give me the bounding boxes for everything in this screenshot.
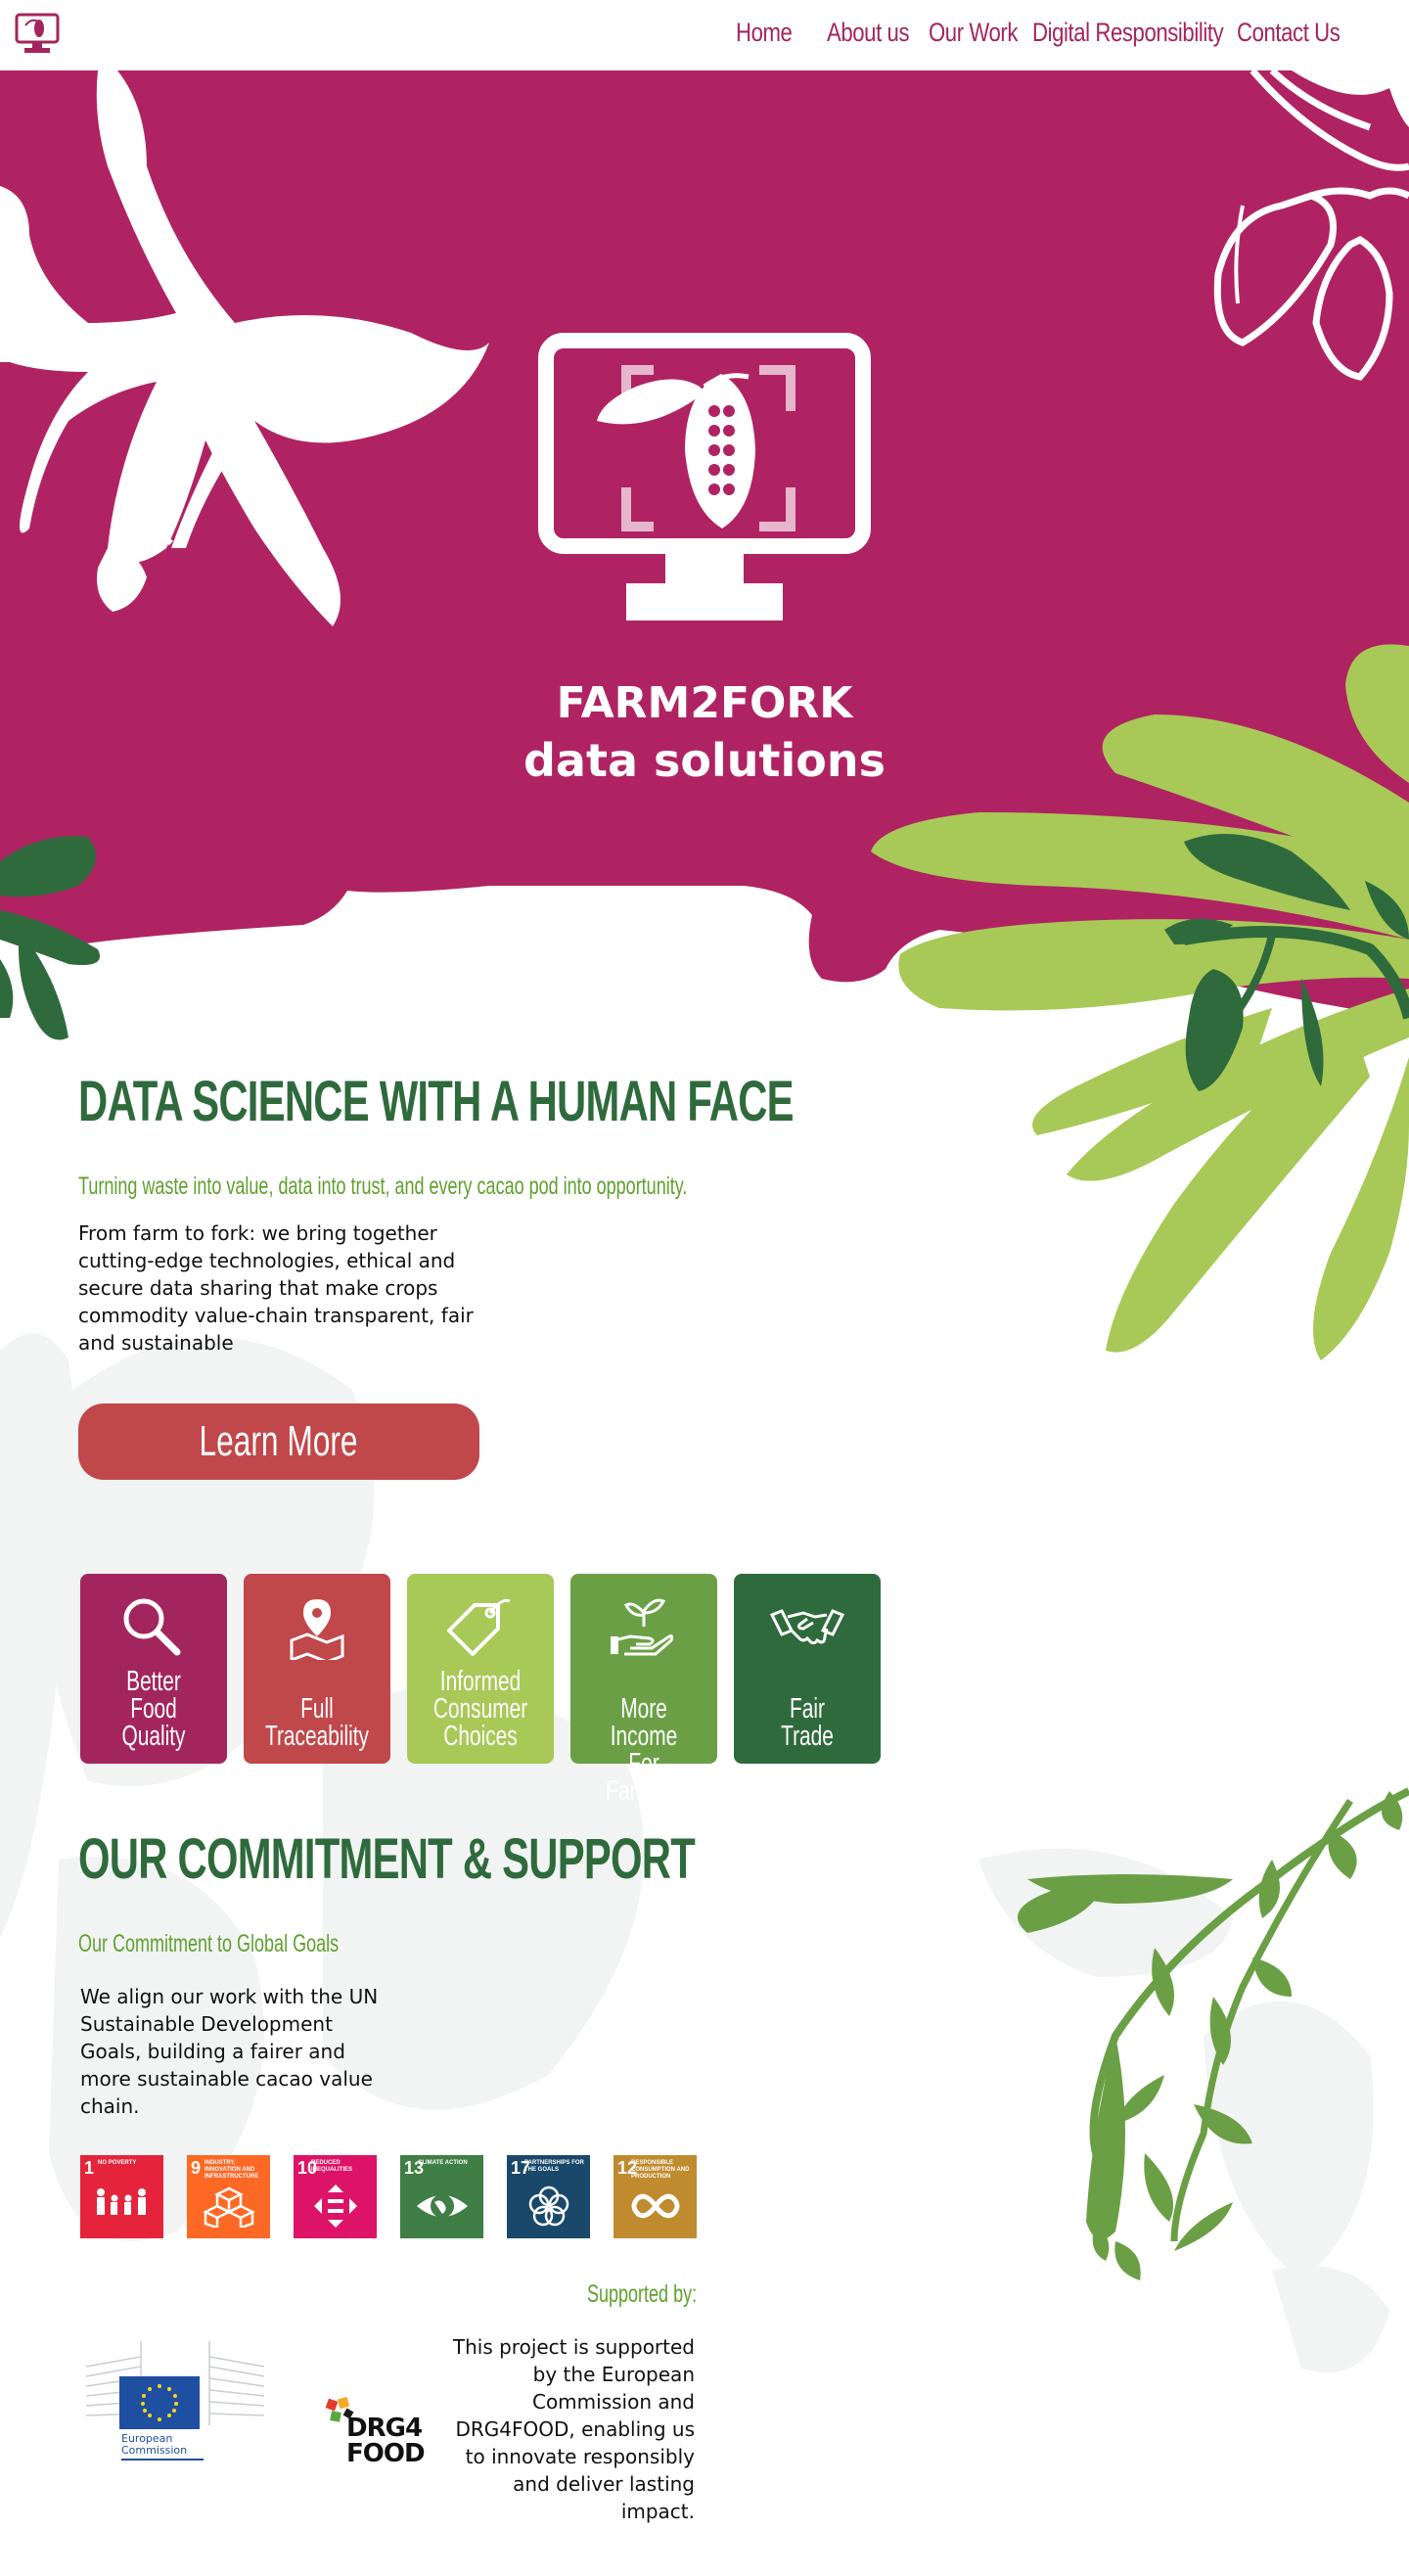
european-commission-label: European Commission (121, 2433, 204, 2461)
hero-title-line2: data solutions (523, 734, 886, 787)
nav-our-work[interactable]: Our Work (929, 18, 1018, 48)
support-line: impact. (620, 2500, 695, 2523)
rings-icon (528, 2185, 569, 2227)
sdg-title: RESPONSIBLE CONSUMPTION AND PRODUCTION (631, 2160, 690, 2180)
intro-line: and sustainable (78, 1331, 234, 1355)
map-pin-icon (290, 1599, 344, 1660)
sdg-title: CLIMATE ACTION (418, 2160, 468, 2166)
commitment-line: more sustainable cacao value (80, 2067, 373, 2091)
feature-label: Informed Consumer Choices (432, 1666, 528, 1752)
family-icon (97, 2188, 146, 2215)
feature-label: Full Traceability (265, 1693, 369, 1752)
commitment-subheading: Our Commitment to Global Goals (78, 1930, 340, 1957)
feature-tile-consumer-choices[interactable]: Informed Consumer Choices (407, 1574, 554, 1764)
learn-more-label: Learn More (199, 1417, 358, 1465)
sdg-badge-1[interactable]: 1 NO POVERTY (80, 2155, 163, 2238)
drg4food-wordmark: DRG4 FOOD (346, 2414, 426, 2468)
support-line: and deliver lasting (513, 2472, 695, 2496)
cubes-icon (203, 2186, 255, 2228)
handshake-icon (769, 1609, 845, 1645)
commitment-line: Goals, building a fairer and (80, 2040, 345, 2063)
feature-label: Fair Trade (781, 1693, 834, 1752)
feature-label: Better Food Quality (121, 1666, 186, 1752)
support-paragraph: This project is supported by the Europea… (448, 2333, 695, 2525)
intro-line: secure data sharing that make crops (78, 1276, 438, 1300)
support-line: to innovate responsibly (465, 2445, 695, 2468)
commitment-heading: OUR COMMITMENT & SUPPORT (78, 1827, 696, 1891)
intro-heading: DATA SCIENCE WITH A HUMAN FACE (78, 1070, 795, 1133)
hero-title: FARM2FORK data solutions (411, 675, 998, 789)
price-tag-icon (447, 1598, 511, 1656)
sdg-badge-13[interactable]: 13 CLIMATE ACTION (400, 2155, 483, 2238)
intro-line: From farm to fork: we bring together (78, 1221, 437, 1245)
learn-more-button[interactable]: Learn More (78, 1403, 479, 1480)
commitment-paragraph: We align our work with the UN Sustainabl… (80, 1983, 413, 2120)
top-navigation: Home About us Our Work Digital Responsib… (0, 0, 1409, 70)
european-commission-logo[interactable]: European Commission (82, 2337, 268, 2466)
support-line: This project is supported (452, 2335, 695, 2359)
support-line: by the European (532, 2363, 695, 2386)
sdg-title: PARTNERSHIPS FOR THE GOALS (524, 2160, 584, 2173)
hand-sprout-icon (611, 1598, 674, 1656)
intro-paragraph: From farm to fork: we bring together cut… (78, 1219, 489, 1357)
sdg-number: 1 (84, 2158, 95, 2178)
nav-digital-responsibility[interactable]: Digital Responsibility (1032, 18, 1224, 48)
site-logo-icon[interactable] (14, 12, 61, 55)
nav-contact-us[interactable]: Contact Us (1237, 18, 1341, 48)
european-commission-building-icon (85, 2341, 265, 2429)
sdg-title: INDUSTRY, INNOVATION AND INFRASTRUCTURE (205, 2160, 259, 2180)
sdg-badge-17[interactable]: 17 PARTNERSHIPS FOR THE GOALS (507, 2155, 590, 2238)
nav-about-us[interactable]: About us (827, 18, 910, 48)
feature-label: More Income For Farmers (606, 1693, 682, 1807)
sdg-badge-12[interactable]: 12 RESPONSIBLE CONSUMPTION AND PRODUCTIO… (614, 2155, 697, 2238)
feature-tile-fair-trade[interactable]: Fair Trade (734, 1574, 881, 1764)
support-line: DRG4FOOD, enabling us (455, 2417, 696, 2441)
intro-subheading: Turning waste into value, data into trus… (78, 1173, 688, 1200)
commitment-line: chain. (80, 2094, 140, 2118)
intro-line: commodity value-chain transparent, fair (78, 1304, 474, 1327)
feature-tile-food-quality[interactable]: Better Food Quality (80, 1574, 227, 1764)
infinity-icon (631, 2193, 680, 2219)
support-line: Commission and (531, 2390, 695, 2414)
commitment-line: We align our work with the UN (80, 1985, 379, 2008)
feature-tile-traceability[interactable]: Full Traceability (244, 1574, 390, 1764)
sdg-badge-9[interactable]: 9 INDUSTRY, INNOVATION AND INFRASTRUCTUR… (187, 2155, 270, 2238)
sdg-badge-10[interactable]: 10 REDUCED INEQUALITIES (294, 2155, 377, 2238)
drg4food-logo[interactable]: DRG4 FOOD (323, 2396, 440, 2474)
hero-title-line1: FARM2FORK (556, 678, 853, 728)
eye-globe-icon (417, 2194, 468, 2218)
magnifier-icon (123, 1598, 181, 1656)
feature-tile-farmer-income[interactable]: More Income For Farmers (570, 1574, 717, 1806)
sdg-title: REDUCED INEQUALITIES (311, 2160, 353, 2173)
commitment-line: Sustainable Development (80, 2012, 333, 2036)
nav-home[interactable]: Home (736, 18, 793, 48)
equality-icon (314, 2185, 357, 2228)
sdg-title: NO POVERTY (98, 2160, 137, 2166)
intro-line: cutting-edge technologies, ethical and (78, 1249, 456, 1272)
sdg-number: 9 (191, 2158, 202, 2178)
support-heading: Supported by: (587, 2280, 698, 2308)
